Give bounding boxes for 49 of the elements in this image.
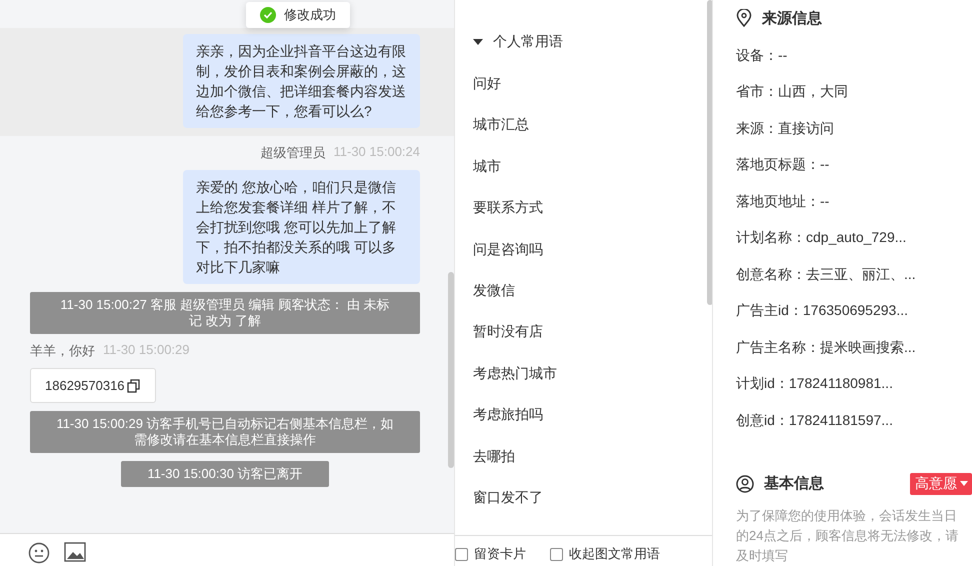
image-icon[interactable] [64, 542, 86, 562]
info-field: 创意id：178241181597... [736, 408, 972, 432]
sender-name: 羊羊，你好 [30, 342, 95, 360]
phrase-item[interactable]: 要联系方式 [473, 195, 543, 220]
info-field: 广告主id：176350695293... [736, 298, 972, 322]
info-field: 设备：-- [736, 42, 972, 66]
info-field: 落地页标题：-- [736, 152, 972, 176]
user-icon [736, 474, 754, 492]
phrase-item[interactable]: 去哪拍 [473, 444, 515, 468]
phrase-item[interactable]: 城市汇总 [473, 112, 529, 136]
message-bubble: 亲亲，因为企业抖音平台这边有限制，发价目表和案例会屏蔽的，这边加个微信、把详细套餐内容发送给您参考一下，您看可以么? [183, 34, 420, 128]
info-field: 落地页地址：-- [736, 188, 972, 212]
location-pin-icon [736, 9, 752, 27]
phrase-item[interactable]: 考虑热门城市 [473, 360, 557, 385]
option-checkbox[interactable]: 收起图文常用语 [550, 542, 660, 566]
section-title: 基本信息 [764, 474, 824, 493]
phrase-item[interactable]: 考虑旅拍吗 [473, 402, 543, 426]
caret-icon [960, 480, 968, 486]
info-field: 计划id：178241180981... [736, 371, 972, 395]
copy-icon[interactable] [126, 378, 141, 392]
message-bubble: 亲爱的 您放心哈，咱们只是微信上给您发套餐详细 样片了解，不会打扰到您哦 您可以先加上了解下，拍不拍都没关系的哦 可以多对比下几家嘛 [183, 170, 420, 284]
emoji-icon[interactable] [28, 542, 50, 564]
phrase-item[interactable]: 暂时没有店 [473, 319, 543, 344]
phrase-item[interactable]: 问是咨询吗 [473, 236, 543, 261]
hint-text: 为了保障您的使用体验，会话发生当日的24点之后，顾客信息将无法修改，请及时填写 [736, 506, 960, 564]
phrase-item[interactable]: 发微信 [473, 278, 515, 302]
info-field: 省市：山西，大同 [736, 79, 972, 103]
phrase-group-header[interactable]: 个人常用语 [473, 30, 563, 54]
intent-dropdown[interactable]: 高意愿 [910, 472, 972, 494]
message-time: 11-30 15:00:24 [334, 144, 420, 161]
phrase-item[interactable]: 城市 [473, 154, 501, 178]
info-field: 计划名称：cdp_auto_729... [736, 225, 972, 249]
sender-name: 超级管理员 [260, 144, 326, 162]
info-field: 创意名称：去三亚、丽江、... [736, 262, 972, 286]
toast-text: 修改成功 [284, 6, 336, 24]
scrollbar[interactable] [448, 272, 454, 468]
phrase-item[interactable]: 问好 [473, 71, 501, 95]
check-circle-icon [260, 7, 276, 23]
section-title: 来源信息 [762, 8, 822, 28]
system-notice: 11-30 15:00:29 访客手机号已自动标记右侧基本信息栏，如需修改请在基本信息栏直接操作 [30, 411, 420, 453]
phrase-item[interactable]: 窗口发不了 [473, 484, 543, 509]
phone-message: 18629570316 [30, 368, 156, 403]
option-checkbox[interactable]: 留资卡片 [455, 542, 526, 566]
message-time: 11-30 15:00:29 [103, 342, 190, 359]
system-notice: 11-30 15:00:27 客服 超级管理员 编辑 顾客状态： 由 未标记 改为 了解 [30, 292, 420, 334]
system-notice: 11-30 15:00:30 访客已离开 [121, 461, 329, 487]
info-field: 广告主名称：提米映画搜索... [736, 334, 972, 358]
caret-icon [473, 38, 483, 46]
info-field: 来源：直接访问 [736, 116, 972, 140]
